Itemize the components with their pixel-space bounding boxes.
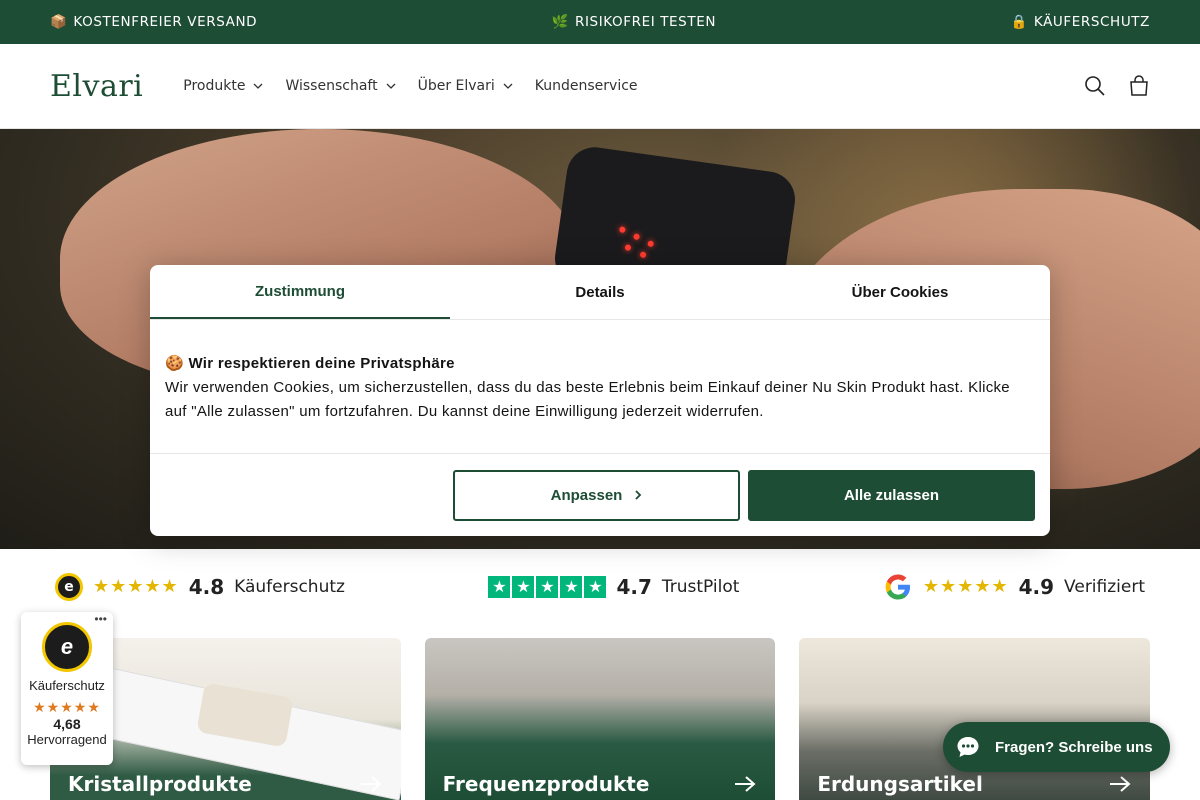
device-led	[647, 240, 655, 248]
package-icon: 📦	[50, 14, 68, 30]
card-frequenzprodukte[interactable]: Frequenzprodukte	[424, 638, 776, 800]
device-led	[619, 226, 626, 234]
chat-button[interactable]: Fragen? Schreibe uns	[943, 722, 1170, 772]
logo[interactable]: Elvari	[50, 69, 143, 104]
nav-item-kundenservice[interactable]: Kundenservice	[535, 78, 638, 94]
more-icon[interactable]: •••	[94, 612, 107, 626]
rating-trusted-shops[interactable]: e ★★★★★ 4.8 Käuferschutz	[55, 572, 345, 601]
chevron-down-icon	[386, 83, 396, 89]
rating-label: TrustPilot	[661, 576, 740, 597]
search-icon[interactable]	[1084, 75, 1106, 97]
rating-score: 4.9	[1018, 574, 1055, 599]
cookie-actions: Anpassen Alle zulassen	[150, 453, 1050, 536]
accept-all-button[interactable]: Alle zulassen	[748, 469, 1035, 521]
cookie-body: 🍪 Wir respektieren deine Privatsphäre Wi…	[150, 320, 1050, 424]
announcement-text: KÄUFERSCHUTZ	[1033, 14, 1150, 30]
main-nav: Produkte Wissenschaft Über Elvari Kunden…	[183, 78, 637, 94]
nav-item-produkte[interactable]: Produkte	[183, 78, 263, 94]
arrow-right-icon	[735, 776, 756, 792]
lock-icon: 🔒	[1010, 14, 1028, 30]
rating-google[interactable]: ★★★★★ 4.9 Verifiziert	[883, 572, 1145, 602]
cookie-title: 🍪 Wir respektieren deine Privatsphäre	[165, 355, 455, 372]
chat-bubble-icon	[957, 737, 979, 757]
chevron-down-icon	[253, 83, 263, 89]
leaf-icon: 🌿	[551, 14, 569, 30]
trustpilot-stars-icon: ★ ★ ★ ★ ★	[488, 575, 607, 598]
badge-score: 4,68	[53, 716, 81, 732]
rating-label: Verifiziert	[1064, 576, 1145, 597]
announcement-protection: 🔒 KÄUFERSCHUTZ	[1010, 14, 1150, 30]
google-icon	[885, 574, 910, 599]
stars-icon: ★★★★★	[33, 699, 101, 715]
card-label: Frequenzprodukte	[442, 772, 650, 796]
card-label: Kristallprodukte	[68, 772, 252, 796]
nav-item-ueber-elvari[interactable]: Über Elvari	[418, 78, 513, 94]
trusted-shops-badge[interactable]: ••• e Käuferschutz ★★★★★ 4,68 Hervorrage…	[21, 612, 113, 765]
chat-label: Fragen? Schreibe uns	[995, 738, 1153, 756]
cookie-text: Wir verwenden Cookies, um sicherzustelle…	[165, 379, 1010, 420]
stars-icon: ★★★★★	[93, 576, 179, 597]
nav-item-wissenschaft[interactable]: Wissenschaft	[285, 78, 396, 94]
trusted-shops-seal-icon: e	[42, 622, 92, 672]
arrow-right-icon	[360, 776, 382, 792]
announcement-bar: 📦 KOSTENFREIER VERSAND 🌿 RISIKOFREI TEST…	[0, 0, 1200, 44]
announcement-text: RISIKOFREI TESTEN	[575, 14, 717, 30]
announcement-trial: 🌿 RISIKOFREI TESTEN	[552, 14, 716, 30]
nav-label: Produkte	[183, 78, 246, 94]
rating-score: 4.8	[188, 574, 225, 599]
nav-label: Über Elvari	[417, 78, 495, 94]
announcement-text: KOSTENFREIER VERSAND	[73, 14, 258, 30]
ratings-bar: e ★★★★★ 4.8 Käuferschutz ★ ★ ★ ★ ★ 4.7 Trust…	[0, 549, 1200, 624]
site-header: Elvari Produkte Wissenschaft Über Elvari…	[0, 44, 1200, 129]
category-cards: Kristallprodukte Frequenzprodukte Erdung…	[50, 638, 1151, 800]
card-label: Erdungsartikel	[817, 772, 983, 796]
cart-icon[interactable]	[1128, 75, 1150, 97]
tab-details[interactable]: Details	[450, 265, 750, 319]
announcement-shipping: 📦 KOSTENFREIER VERSAND	[50, 14, 257, 30]
trusted-shops-icon: e	[55, 572, 83, 601]
tab-ueber-cookies[interactable]: Über Cookies	[750, 265, 1050, 319]
cookie-consent-dialog: Zustimmung Details Über Cookies 🍪 Wir re…	[150, 265, 1050, 536]
customize-label: Anpassen	[550, 486, 623, 504]
stars-icon: ★★★★★	[922, 576, 1009, 597]
nav-label: Wissenschaft	[285, 78, 378, 94]
rating-label: Käuferschutz	[234, 576, 345, 597]
badge-label: Käuferschutz	[29, 678, 105, 693]
customize-button[interactable]: Anpassen	[453, 469, 740, 521]
tab-zustimmung[interactable]: Zustimmung	[150, 265, 450, 319]
rating-score: 4.7	[616, 574, 652, 599]
arrow-right-icon	[1110, 776, 1131, 792]
cookie-tabs: Zustimmung Details Über Cookies	[150, 265, 1050, 320]
device-led	[624, 244, 632, 252]
device-led	[639, 251, 647, 259]
nav-label: Kundenservice	[534, 78, 638, 94]
badge-rating-text: Hervorragend	[27, 732, 107, 747]
chevron-right-icon	[635, 490, 642, 500]
device-led	[633, 233, 640, 241]
chevron-down-icon	[503, 83, 513, 89]
rating-trustpilot[interactable]: ★ ★ ★ ★ ★ 4.7 TrustPilot	[488, 575, 739, 599]
header-actions	[1084, 75, 1150, 97]
card-erdungsartikel[interactable]: Erdungsartikel	[799, 638, 1151, 800]
